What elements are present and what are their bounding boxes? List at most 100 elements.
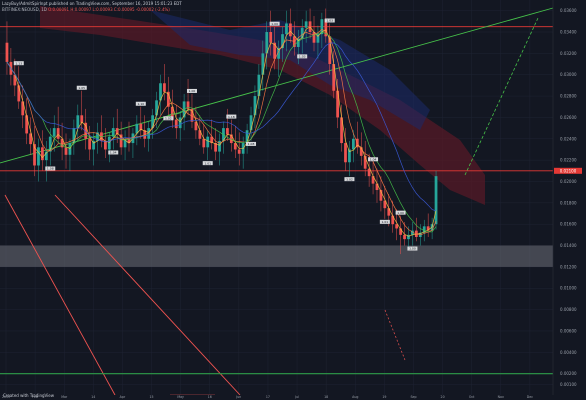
candle-body — [25, 115, 29, 134]
candle-body — [261, 53, 265, 75]
candle-body — [76, 115, 80, 129]
time-tick-label: 20 — [441, 395, 445, 399]
price-tick-label: 0.03600 — [560, 8, 577, 13]
pivot-label-text: 1.01 — [204, 161, 211, 165]
candle-body — [41, 147, 44, 161]
time-tick-label: Aug — [352, 395, 358, 399]
pivot-label: 1.08 — [246, 141, 257, 146]
ohlc-readout: O:0.00091 H:0.00097 L:0.00093 C:0.00095 … — [48, 7, 170, 12]
pivot-label-text: 1.08 — [248, 142, 255, 146]
pivot-label: 1.00 — [395, 210, 406, 215]
price-tick-label: 0.01600 — [560, 222, 577, 227]
candle-body — [387, 208, 391, 216]
price-tick-label: 0.03400 — [560, 30, 577, 35]
candle-body — [64, 147, 68, 155]
pivot-label-text: 1.01 — [382, 220, 389, 224]
time-tick-label: Sep — [410, 395, 416, 399]
candle-body — [403, 234, 406, 240]
pivot-label-text: 1.10 — [137, 102, 144, 106]
pivot-label: 1.00 — [269, 21, 280, 26]
pivot-label-text: 1.00 — [271, 22, 278, 26]
time-tick-label: Oct — [469, 395, 475, 399]
candle-body — [249, 115, 253, 131]
pivot-label-text: 1.02 — [165, 116, 172, 120]
pivot-label-text: 1.02 — [346, 177, 353, 181]
candle-body — [202, 138, 206, 148]
candle-body — [5, 42, 9, 62]
pivot-label-text: 1.04 — [370, 157, 377, 161]
pivot-label-text: 1.04 — [110, 151, 117, 155]
price-badge-text: 0.02100 — [560, 168, 577, 173]
pivot-label: 1.02 — [344, 177, 355, 181]
pivot-label: 1.04 — [368, 157, 379, 161]
chart-header-symbol: BITFINEX:NEOUSD, 1D O:0.00091 H:0.00097 … — [2, 7, 170, 12]
price-tick-label: 0.01400 — [560, 243, 577, 248]
pivot-label: 1.05 — [76, 85, 87, 90]
time-tick-label: 18 — [324, 395, 328, 399]
time-tick-label: Dec — [527, 395, 533, 399]
price-tick-label: 0.00100 — [560, 382, 577, 387]
candle-body — [312, 32, 316, 43]
time-tick-label: 16 — [208, 395, 212, 399]
pivot-label-text: 1.00 — [409, 247, 416, 251]
pivot-label-text: 1.13 — [15, 61, 22, 65]
pivot-label: 1.00 — [407, 246, 418, 251]
pivot-label-text: 1.00 — [189, 89, 196, 93]
candle-body — [344, 143, 347, 163]
candle-body — [52, 128, 56, 137]
symbol-label[interactable]: BITFINEX:NEOUSD, 1D — [2, 7, 47, 12]
candle-body — [285, 23, 288, 35]
pivot-label-text: 1.18 — [228, 115, 235, 119]
candle-body — [178, 117, 182, 129]
pivot-label: 1.03 — [324, 18, 335, 23]
price-tick-label: 0.00200 — [560, 371, 577, 376]
price-tick-label: 0.01000 — [560, 286, 577, 291]
price-tick-label: 0.02400 — [560, 136, 577, 141]
candle-body — [206, 136, 210, 148]
price-chart[interactable]: 1.13 1.08 1.05 1.04 1.10 1.02 1.00 1.01 1.18 1.08… — [0, 0, 586, 400]
candle-body — [257, 74, 261, 97]
chart-header-publisher: LazyBuy/AdmitSpirInpt published on Tradi… — [2, 1, 182, 6]
pivot-label: 1.00 — [186, 88, 197, 93]
footer-credit: Created with TradingView — [3, 393, 55, 398]
candle-body — [300, 27, 304, 39]
pivot-label: 1.01 — [379, 219, 390, 224]
price-tick-label: 0.02600 — [560, 115, 577, 120]
pivot-label-text: 1.05 — [78, 86, 85, 90]
candle-body — [351, 138, 355, 150]
candle-body — [68, 143, 72, 155]
time-tick-label: 17 — [266, 395, 270, 399]
price-tick-label: 0.02200 — [560, 158, 577, 163]
time-tick-label: Jul — [294, 395, 299, 399]
support-zone — [0, 245, 553, 267]
time-tick-label: 15 — [149, 395, 153, 399]
price-tick-label: 0.01200 — [560, 264, 577, 269]
candle-body — [163, 83, 166, 92]
price-tick-label: 0.02800 — [560, 94, 577, 99]
time-tick-label: 14 — [91, 395, 95, 399]
candle-body — [434, 176, 438, 225]
pivot-label: 1.01 — [202, 161, 213, 165]
pivot-label-text: 1.00 — [397, 211, 404, 215]
price-tick-label: 0.03200 — [560, 51, 577, 56]
candle-body — [107, 136, 111, 150]
pivot-label: 1.08 — [45, 166, 56, 171]
candle-body — [88, 138, 92, 150]
candle-body — [336, 90, 340, 118]
price-tick-label: 0.01800 — [560, 200, 577, 205]
time-tick-label: Mar — [61, 395, 68, 399]
time-tick-label: Jun — [235, 395, 241, 399]
time-tick-label: 19 — [382, 395, 386, 399]
pivot-label: 1.03 — [297, 54, 308, 59]
candle-body — [289, 23, 292, 37]
price-tick-label: 0.02000 — [560, 179, 577, 184]
candle-body — [56, 128, 60, 139]
candle-body — [226, 128, 229, 135]
price-axis — [553, 0, 586, 395]
price-tick-label: 0.03000 — [560, 72, 577, 77]
pivot-label-text: 1.03 — [299, 55, 306, 59]
candle-body — [198, 130, 202, 139]
time-tick-label: Apr — [120, 395, 126, 399]
pivot-label: 1.10 — [135, 101, 146, 106]
price-tick-label: 0.00800 — [560, 307, 577, 312]
